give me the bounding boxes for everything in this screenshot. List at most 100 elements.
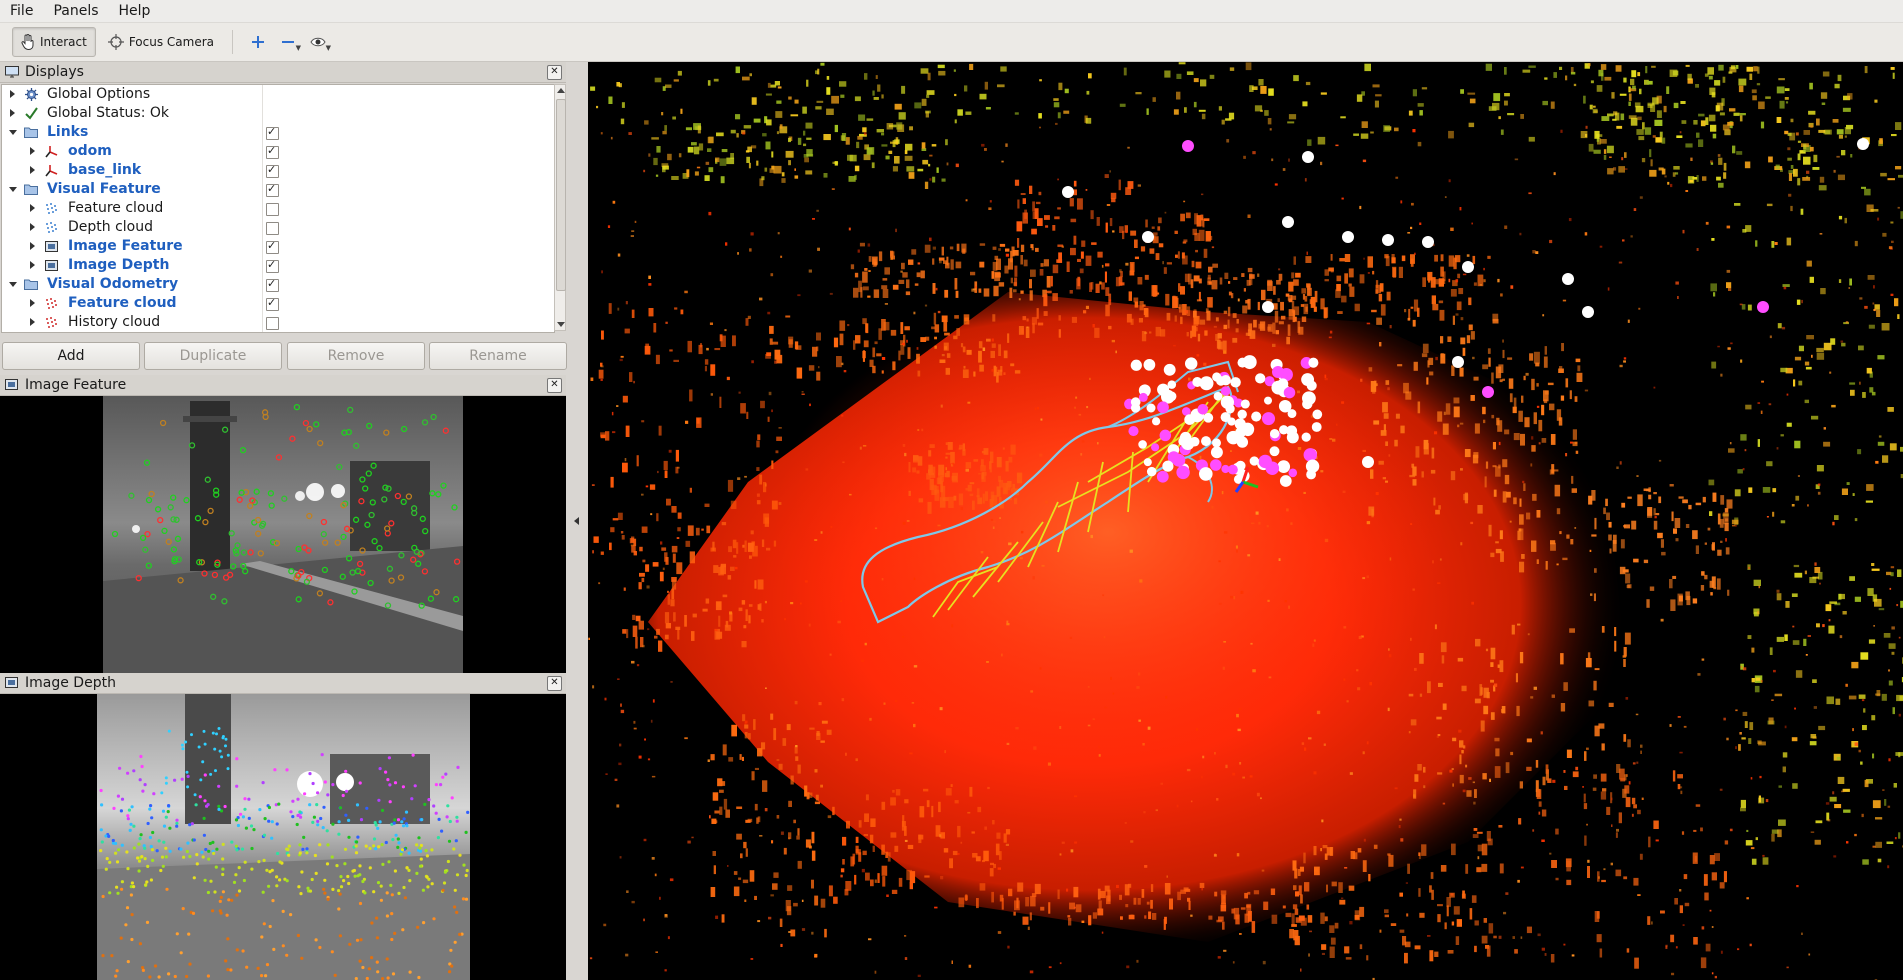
tree-item-label: base_link bbox=[68, 162, 142, 178]
dropdown-caret-icon: ▼ bbox=[295, 44, 302, 52]
tree-row-visual-odometry[interactable]: Visual Odometry bbox=[2, 275, 554, 294]
image-feature-close-button[interactable]: ✕ bbox=[547, 378, 562, 393]
tree-item-checkbox[interactable] bbox=[266, 239, 279, 254]
menu-file[interactable]: File bbox=[0, 3, 43, 19]
collapse-arrow-icon[interactable] bbox=[9, 130, 17, 135]
tree-row-history-cloud[interactable]: History cloud bbox=[2, 313, 554, 332]
add-display-button[interactable]: Add bbox=[2, 342, 140, 370]
point-cloud-icon bbox=[44, 201, 58, 215]
tree-row-odom[interactable]: odom bbox=[2, 142, 554, 161]
tree-row-visual-feature[interactable]: Visual Feature bbox=[2, 180, 554, 199]
toolbar-separator bbox=[232, 30, 234, 54]
tree-item-checkbox[interactable] bbox=[266, 182, 279, 197]
tree-item-label: Depth cloud bbox=[68, 219, 154, 235]
crosshair-icon bbox=[107, 34, 124, 50]
panel-splitter[interactable] bbox=[568, 62, 586, 980]
collapse-left-icon[interactable] bbox=[574, 517, 579, 525]
tree-item-checkbox[interactable] bbox=[266, 277, 279, 292]
collapse-arrow-icon[interactable] bbox=[9, 282, 17, 287]
point-cloud-icon bbox=[44, 296, 58, 310]
tree-row-image-depth[interactable]: Image Depth bbox=[2, 256, 554, 275]
menu-panels[interactable]: Panels bbox=[43, 3, 108, 19]
scrollbar-thumb[interactable] bbox=[556, 99, 566, 291]
displays-close-button[interactable]: ✕ bbox=[547, 65, 562, 80]
duplicate-display-button[interactable]: Duplicate bbox=[144, 342, 282, 370]
tree-item-checkbox[interactable] bbox=[266, 222, 279, 235]
expand-arrow-icon[interactable] bbox=[30, 223, 35, 231]
plus-icon bbox=[251, 35, 265, 49]
displays-panel-title: Displays bbox=[25, 64, 84, 80]
expand-arrow-icon[interactable] bbox=[30, 204, 35, 212]
tree-item-checkbox[interactable] bbox=[266, 125, 279, 140]
tree-item-checkbox[interactable] bbox=[266, 163, 279, 178]
tree-item-checkbox[interactable] bbox=[266, 258, 279, 273]
expand-arrow-icon[interactable] bbox=[10, 90, 15, 98]
expand-arrow-icon[interactable] bbox=[30, 299, 35, 307]
tree-row-image-feature[interactable]: Image Feature bbox=[2, 237, 554, 256]
tree-item-checkbox[interactable] bbox=[266, 203, 279, 216]
tree-item-label: Feature cloud bbox=[68, 295, 177, 311]
interact-label: Interact bbox=[40, 35, 87, 49]
tree-row-base-link[interactable]: base_link bbox=[2, 161, 554, 180]
scroll-down-icon[interactable] bbox=[557, 322, 565, 327]
tree-item-label: Global Options bbox=[47, 86, 151, 102]
menu-help[interactable]: Help bbox=[109, 3, 161, 19]
expand-arrow-icon[interactable] bbox=[30, 147, 35, 155]
remove-display-button[interactable]: Remove bbox=[287, 342, 425, 370]
focus-camera-label: Focus Camera bbox=[128, 35, 215, 49]
expand-arrow-icon[interactable] bbox=[30, 166, 35, 174]
left-panel-column: Displays ✕ Global Options Global Status:… bbox=[0, 62, 568, 980]
tree-item-checkbox[interactable] bbox=[266, 317, 279, 330]
expand-arrow-icon[interactable] bbox=[10, 109, 15, 117]
axes-frame-icon bbox=[44, 144, 58, 158]
monitor-icon bbox=[5, 66, 19, 78]
focus-camera-button[interactable]: Focus Camera bbox=[100, 28, 222, 56]
toolbar: Interact Focus Camera ▼ ▼ bbox=[0, 23, 1903, 62]
image-feature-panel-header: Image Feature ✕ bbox=[0, 375, 566, 396]
point-cloud-map[interactable] bbox=[588, 62, 1903, 980]
tree-row-depth-cloud[interactable]: Depth cloud bbox=[2, 218, 554, 237]
interact-tool-button[interactable]: Interact bbox=[12, 27, 96, 57]
add-tool-button[interactable] bbox=[243, 28, 273, 56]
tree-row-links[interactable]: Links bbox=[2, 123, 554, 142]
displays-scrollbar[interactable] bbox=[554, 84, 566, 331]
tree-item-label: Visual Feature bbox=[47, 181, 161, 197]
eye-icon bbox=[310, 36, 326, 48]
tree-item-label: History cloud bbox=[68, 314, 161, 330]
3d-render-view[interactable] bbox=[588, 62, 1903, 980]
image-feature-camera-image bbox=[103, 396, 463, 678]
axes-frame-icon bbox=[44, 163, 58, 177]
image-depth-view bbox=[0, 694, 566, 980]
tree-row-vo-feature-cloud[interactable]: Feature cloud bbox=[2, 294, 554, 313]
tree-item-label: Links bbox=[47, 124, 89, 140]
image-feature-view bbox=[0, 396, 566, 678]
rename-display-button[interactable]: Rename bbox=[429, 342, 567, 370]
tree-row-feature-cloud[interactable]: Feature cloud bbox=[2, 199, 554, 218]
tree-item-checkbox[interactable] bbox=[266, 144, 279, 159]
dropdown-caret-icon: ▼ bbox=[325, 44, 332, 52]
view-tool-button[interactable]: ▼ bbox=[303, 28, 333, 56]
tree-row-global-options[interactable]: Global Options bbox=[2, 85, 554, 104]
hand-cursor-icon bbox=[21, 34, 35, 50]
displays-panel-header: Displays ✕ bbox=[0, 62, 566, 83]
expand-arrow-icon[interactable] bbox=[30, 318, 35, 326]
tree-item-label: Visual Odometry bbox=[47, 276, 179, 292]
image-icon bbox=[44, 239, 58, 253]
image-icon bbox=[5, 677, 19, 689]
image-depth-panel-title: Image Depth bbox=[25, 675, 116, 691]
tree-row-global-status[interactable]: Global Status: Ok bbox=[2, 104, 554, 123]
point-cloud-icon bbox=[44, 315, 58, 329]
displays-buttons: Add Duplicate Remove Rename bbox=[0, 342, 568, 370]
expand-arrow-icon[interactable] bbox=[30, 242, 35, 250]
displays-tree: Global Options Global Status: Ok Links o bbox=[1, 84, 555, 333]
image-icon bbox=[5, 379, 19, 391]
tree-item-checkbox[interactable] bbox=[266, 296, 279, 311]
scroll-up-icon[interactable] bbox=[557, 88, 565, 93]
point-cloud-icon bbox=[44, 220, 58, 234]
remove-tool-button[interactable]: ▼ bbox=[273, 28, 303, 56]
collapse-arrow-icon[interactable] bbox=[9, 187, 17, 192]
menu-bar: File Panels Help bbox=[0, 0, 1903, 23]
image-depth-close-button[interactable]: ✕ bbox=[547, 676, 562, 691]
tree-item-label: Image Depth bbox=[68, 257, 170, 273]
expand-arrow-icon[interactable] bbox=[30, 261, 35, 269]
